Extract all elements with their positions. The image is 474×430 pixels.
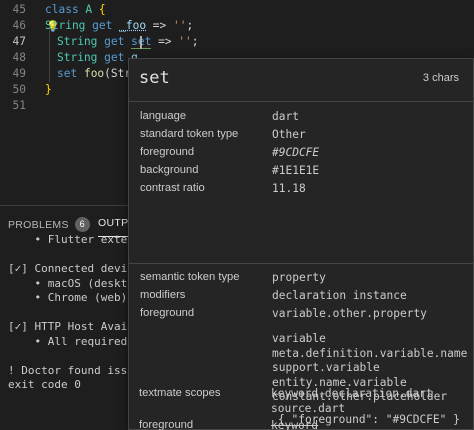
info-label: foreground [140,146,195,158]
foreground-json: { "foreground": "#9CDCFE" } [278,413,460,426]
code-text: String get set => ''; [57,34,199,49]
info-label: language [140,110,187,122]
hover-divider [129,263,473,264]
tab-problems-label: PROBLEMS [8,219,69,231]
code-text: String get _foo => ''; [45,18,193,33]
modifiers-label: modifiers [140,289,186,301]
code-token: } [45,83,52,96]
info-value: dart [272,110,299,123]
output-line: • macOS (desktop [8,276,141,290]
line-number: 49 [12,67,26,80]
info-value: 11.18 [272,182,306,195]
code-token: _foo [119,19,147,32]
info-value: Other [272,128,306,141]
code-line[interactable]: 46 String get _foo => ''; [0,18,474,33]
code-line[interactable]: 45 class A { [0,2,474,17]
text-caret [140,36,142,49]
code-token: => [151,35,179,48]
semantic-foreground-label: foreground [140,307,195,319]
code-token: set [57,67,84,80]
output-line: [✓] Connected device [8,262,141,275]
scope-entry: entity.name.variable [272,375,407,389]
scope-entry: support.variable [272,361,380,374]
info-label: standard token type [140,128,239,140]
problems-count-badge: 6 [74,217,90,232]
code-text: String get g [57,50,138,65]
line-number: 51 [12,99,26,112]
hover-token-title: set [139,68,170,88]
code-line[interactable]: 47 String get set => ''; [0,34,474,49]
tab-problems[interactable]: PROBLEMS 6 [8,217,90,232]
line-number: 48 [12,51,26,64]
code-text: set foo(Stri [57,66,138,81]
token-inspector-hover[interactable]: set 3 chars language dart standard token t… [128,58,474,430]
code-token: String [45,19,86,32]
line-number: 46 [12,19,26,32]
semantic-token-type-value: property [272,271,326,284]
code-token: { [92,3,106,16]
info-value: #9CDCFE [272,146,320,159]
scope-entry: variable [272,332,326,345]
hover-char-count: 3 chars [422,72,459,84]
code-text: class A { [45,2,106,17]
output-line: • Flutter extens: [8,233,148,246]
output-line: ! Doctor found issues [8,363,148,377]
code-token: '' [178,35,192,48]
info-label: contrast ratio [140,182,205,194]
hover-divider [129,101,473,102]
line-number: 50 [12,83,26,96]
code-token: => [146,19,174,32]
code-token: ; [191,35,199,48]
code-token: String [57,51,98,64]
code-token: foo [83,67,105,80]
info-label: background [140,164,199,176]
code-token: get [85,19,120,32]
semantic-foreground-rule: variable.other.property [272,307,427,320]
output-line: • Chrome (web) [8,291,128,304]
code-token: class [45,3,86,16]
code-text: } [45,82,52,97]
semantic-token-type-label: semantic token type [140,271,240,283]
code-token: ; [186,19,194,32]
code-token: '' [173,19,187,32]
output-line: exit code 0 [8,378,81,391]
code-token: get [97,35,132,48]
code-token: get [97,51,132,64]
line-number: 45 [12,3,26,16]
line-number: 47 [12,35,26,48]
scope-entry: meta.definition.variable.name [272,346,468,360]
modifiers-value: declaration instance [272,289,407,302]
info-value: #1E1E1E [272,164,320,177]
output-line: [✓] HTTP Host Availab [8,320,148,333]
scope-entry: constant.other.placeholder [272,390,448,403]
output-line: • All required H [8,334,141,348]
code-token: String [57,35,98,48]
